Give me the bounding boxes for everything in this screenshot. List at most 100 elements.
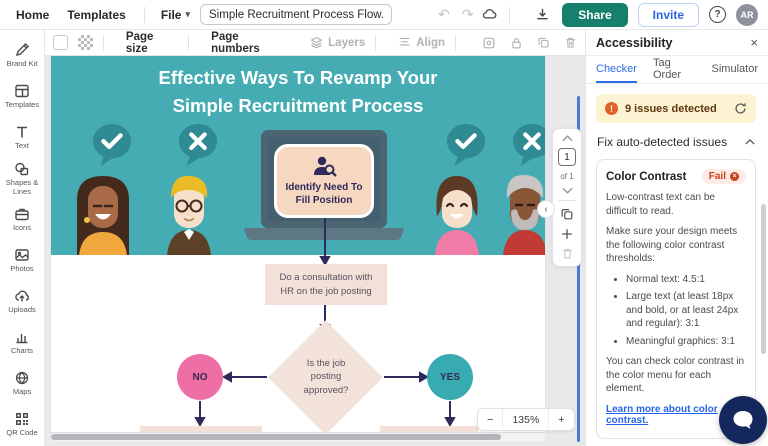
lock-icon[interactable] xyxy=(510,36,523,50)
user-avatar[interactable]: AR xyxy=(736,3,758,26)
avatar-man-blond-glasses[interactable] xyxy=(151,168,227,255)
nav-templates[interactable]: Templates xyxy=(67,8,125,22)
sidebar-item-icons[interactable]: Icons xyxy=(0,199,45,240)
undo-icon[interactable]: ↶ xyxy=(438,6,450,23)
flow-start-label: Identify Need To Fill Position xyxy=(285,182,363,206)
design-page[interactable]: Effective Ways To Revamp Your Simple Rec… xyxy=(51,56,545,432)
chat-widget-button[interactable] xyxy=(719,396,767,444)
file-menu[interactable]: File ▾ xyxy=(161,8,190,22)
add-page-icon[interactable] xyxy=(560,227,574,241)
close-icon[interactable]: × xyxy=(750,36,758,49)
sidebar-item-qr-code[interactable]: QR Code xyxy=(0,404,45,445)
upload-cloud-icon xyxy=(15,290,29,302)
page-size-button[interactable]: Page size xyxy=(126,31,178,55)
design-title-text[interactable]: Effective Ways To Revamp Your Simple Rec… xyxy=(51,64,545,120)
tab-tag-order[interactable]: Tag Order xyxy=(653,56,696,83)
fix-issues-accordion[interactable]: Fix auto-detected issues xyxy=(597,135,755,149)
nav-home[interactable]: Home xyxy=(16,8,49,22)
flow-next-step-partial[interactable] xyxy=(380,426,478,432)
identify-need-icon xyxy=(314,156,337,177)
sidebar-item-shapes-lines[interactable]: Shapes & Lines xyxy=(0,158,45,199)
share-button[interactable]: Share xyxy=(562,2,628,27)
duplicate-icon[interactable] xyxy=(537,36,550,49)
sidebar-item-label: Photos xyxy=(10,264,34,274)
sidebar-item-label: Shapes & Lines xyxy=(5,178,39,196)
document-title-input[interactable] xyxy=(200,4,393,25)
avatar-woman-dark-hair[interactable] xyxy=(65,168,141,255)
layers-button[interactable]: Layers xyxy=(310,36,365,49)
page-down-icon[interactable] xyxy=(561,187,573,194)
divider xyxy=(558,200,576,201)
sidebar-item-label: Templates xyxy=(4,100,40,110)
trash-icon[interactable] xyxy=(564,36,577,49)
contrast-thresholds-list: Normal text: 4.5:1 Large text (at least … xyxy=(606,273,746,349)
sidebar-item-maps[interactable]: Maps xyxy=(0,363,45,404)
page-up-icon[interactable] xyxy=(561,135,573,142)
photo-icon xyxy=(15,249,29,262)
tab-checker[interactable]: Checker xyxy=(596,56,637,83)
panel-title: Accessibility xyxy=(596,35,673,50)
divider xyxy=(455,34,456,51)
chevron-up-icon xyxy=(745,139,755,145)
issues-count-text: 9 issues detected xyxy=(625,102,717,115)
cloud-sync-icon[interactable] xyxy=(479,5,499,25)
sidebar-item-text[interactable]: Text xyxy=(0,117,45,158)
page-numbers-button[interactable]: Page numbers xyxy=(211,31,290,55)
sidebar-item-uploads[interactable]: Uploads xyxy=(0,281,45,322)
sidebar-item-templates[interactable]: Templates xyxy=(0,76,45,117)
templates-icon xyxy=(15,85,29,98)
panel-scrollbar-thumb[interactable] xyxy=(761,204,766,354)
refresh-icon[interactable] xyxy=(734,102,747,115)
avatar-woman-bob[interactable] xyxy=(419,168,495,255)
duplicate-page-icon[interactable] xyxy=(560,207,574,221)
divider xyxy=(188,34,190,51)
horizontal-scrollbar[interactable] xyxy=(51,433,545,441)
position-icon[interactable] xyxy=(482,36,496,50)
avatar-man-gray-beard[interactable] xyxy=(487,168,545,255)
cross-bubble-icon[interactable] xyxy=(177,122,219,168)
flow-consult-label: Do a consultation with HR on the job pos… xyxy=(279,272,373,297)
page-controls: 1 of 1 xyxy=(552,128,582,267)
chevron-down-icon: ▾ xyxy=(185,9,191,19)
issues-detected-banner: ! 9 issues detected xyxy=(596,94,756,123)
flow-start-node[interactable]: Identify Need To Fill Position xyxy=(274,144,374,218)
align-button[interactable]: Align xyxy=(398,36,445,49)
invite-button[interactable]: Invite xyxy=(637,2,699,27)
contrast-check-note: You can check color contrast in the colo… xyxy=(606,356,745,394)
pen-icon xyxy=(15,43,29,57)
divider xyxy=(375,34,377,51)
help-button[interactable]: ? xyxy=(709,6,726,23)
download-icon[interactable] xyxy=(532,5,552,25)
page-number-box[interactable]: 1 xyxy=(558,148,576,166)
delete-page-icon[interactable] xyxy=(561,247,574,260)
sidebar-item-label: Maps xyxy=(12,387,32,397)
flow-decision-label[interactable]: Is the job posting approved? xyxy=(281,357,371,397)
check-bubble-icon[interactable] xyxy=(91,122,133,168)
panel-tabs: Checker Tag Order Simulator xyxy=(586,56,768,84)
contrast-thresholds-intro: Make sure your design meets the followin… xyxy=(606,226,738,264)
text-icon xyxy=(17,127,27,138)
tab-simulator[interactable]: Simulator xyxy=(712,56,758,83)
flow-consult-node[interactable]: Do a consultation with HR on the job pos… xyxy=(265,264,387,305)
flow-no-node[interactable]: NO xyxy=(177,354,223,400)
check-bubble-icon[interactable] xyxy=(445,122,487,168)
zoom-out-button[interactable]: − xyxy=(478,409,502,430)
chat-bubble-icon xyxy=(733,411,753,429)
zoom-in-button[interactable]: + xyxy=(549,409,573,430)
sidebar-item-charts[interactable]: Charts xyxy=(0,322,45,363)
zoom-level[interactable]: 135% xyxy=(502,409,550,430)
alert-icon: ! xyxy=(605,102,618,115)
collapse-panel-button[interactable]: ‹ xyxy=(537,200,555,218)
cross-bubble-icon[interactable] xyxy=(511,122,545,168)
flow-yes-node[interactable]: YES xyxy=(427,354,473,400)
transparency-swatch[interactable] xyxy=(77,35,93,50)
flow-next-step-partial[interactable] xyxy=(140,426,262,432)
redo-icon[interactable]: ↷ xyxy=(462,6,474,23)
background-color-swatch[interactable] xyxy=(53,35,68,50)
sidebar-item-brand-kit[interactable]: Brand Kit xyxy=(0,35,45,76)
canvas-area: Effective Ways To Revamp Your Simple Rec… xyxy=(45,56,585,446)
sidebar-item-photos[interactable]: Photos xyxy=(0,240,45,281)
threshold-item: Meaningful graphics: 3:1 xyxy=(626,335,746,349)
panel-body: ! 9 issues detected Fix auto-detected is… xyxy=(586,84,768,446)
horizontal-scrollbar-thumb[interactable] xyxy=(51,434,501,440)
